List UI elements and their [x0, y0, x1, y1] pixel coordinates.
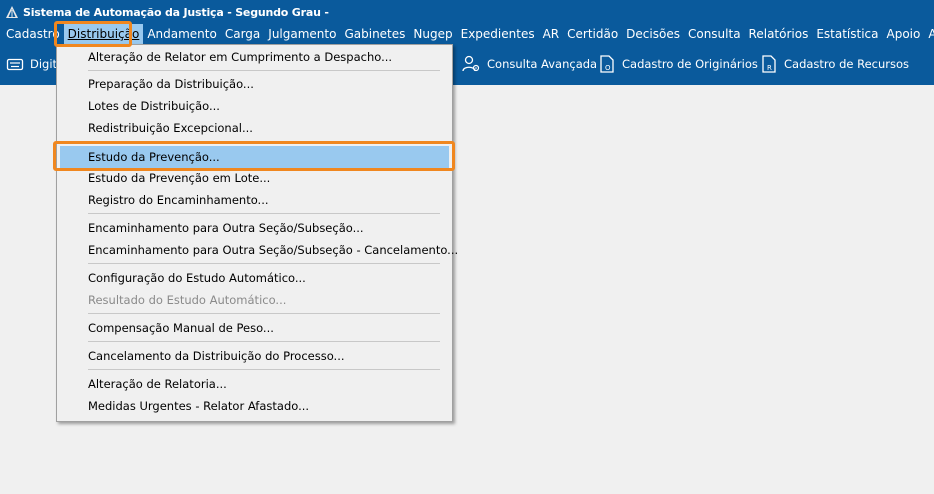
menu-consulta[interactable]: Consulta [684, 24, 745, 45]
menu-bar: Cadastro Distribuição Andamento Carga Ju… [0, 24, 934, 45]
consulta-avancada-label: Consulta Avançada [487, 57, 598, 71]
menu-item-medidas-urgentes[interactable]: Medidas Urgentes - Relator Afastado... [60, 395, 449, 417]
menu-julgamento[interactable]: Julgamento [264, 24, 340, 45]
distribuicao-dropdown-menu: Alteração de Relator em Cumprimento a De… [56, 44, 458, 422]
menu-estatistica[interactable]: Estatística [812, 24, 882, 45]
cadastro-recursos-button[interactable]: R Cadastro de Recursos [760, 52, 909, 76]
menu-separator [88, 213, 440, 214]
menu-certidao[interactable]: Certidão [563, 24, 622, 45]
menu-relatorios[interactable]: Relatórios [745, 24, 813, 45]
menu-nugep[interactable]: Nugep [409, 24, 456, 45]
menu-item-encaminhamento-outra-secao[interactable]: Encaminhamento para Outra Seção/Subseção… [60, 217, 449, 239]
window-title: Sistema de Automação da Justiça - Segund… [23, 5, 329, 19]
menu-item-redistribuicao-excepcional[interactable]: Redistribuição Excepcional... [60, 117, 449, 139]
menu-item-encaminhamento-cancelamento[interactable]: Encaminhamento para Outra Seção/Subseção… [60, 239, 458, 261]
cadastro-originarios-label: Cadastro de Originários [622, 57, 758, 71]
user-gear-icon [462, 55, 480, 72]
menu-expedientes[interactable]: Expedientes [457, 24, 539, 45]
document-r-icon: R [762, 55, 776, 73]
menu-item-cancelamento-distribuicao[interactable]: Cancelamento da Distribuição do Processo… [60, 345, 449, 367]
menu-item-compensacao-manual-peso[interactable]: Compensação Manual de Peso... [60, 317, 449, 339]
menu-item-alteracao-relator-despacho[interactable]: Alteração de Relator em Cumprimento a De… [60, 46, 449, 68]
menu-andamento[interactable]: Andamento [143, 24, 221, 45]
annotation-highlight-item [53, 141, 455, 171]
menu-gabinetes[interactable]: Gabinetes [340, 24, 409, 45]
cadastro-originarios-button[interactable]: O Cadastro de Originários [598, 52, 758, 76]
menu-item-preparacao-distribuicao[interactable]: Preparação da Distribuição... [60, 73, 449, 95]
menu-separator [88, 341, 440, 342]
menu-ar[interactable]: AR [539, 24, 564, 45]
annotation-highlight-menu [54, 21, 132, 47]
svg-text:O: O [605, 64, 611, 72]
menu-separator [88, 263, 440, 264]
menu-carga[interactable]: Carga [221, 24, 264, 45]
svg-text:R: R [767, 64, 772, 72]
menu-item-configuracao-estudo-automatico[interactable]: Configuração do Estudo Automático... [60, 267, 449, 289]
menu-ajuda[interactable]: Ajuda [924, 24, 934, 45]
menu-separator [88, 313, 440, 314]
menu-separator [88, 369, 440, 370]
cadastro-recursos-label: Cadastro de Recursos [784, 57, 910, 71]
menu-apoio[interactable]: Apoio [883, 24, 925, 45]
digit-button[interactable]: Digit [6, 52, 57, 76]
document-o-icon: O [600, 55, 614, 73]
menu-decisoes[interactable]: Decisões [622, 24, 684, 45]
menu-item-registro-encaminhamento[interactable]: Registro do Encaminhamento... [60, 189, 449, 211]
menu-item-alteracao-relatoria[interactable]: Alteração de Relatoria... [60, 373, 449, 395]
menu-item-lotes-distribuicao[interactable]: Lotes de Distribuição... [60, 95, 449, 117]
title-bar: Sistema de Automação da Justiça - Segund… [0, 0, 934, 24]
keyboard-icon [6, 58, 24, 71]
menu-item-resultado-estudo-automatico: Resultado do Estudo Automático... [88, 293, 287, 307]
menu-separator [88, 70, 440, 71]
consulta-avancada-button[interactable]: Consulta Avançada [461, 52, 597, 76]
app-logo-icon [6, 6, 18, 18]
digit-label: Digit [30, 57, 58, 71]
